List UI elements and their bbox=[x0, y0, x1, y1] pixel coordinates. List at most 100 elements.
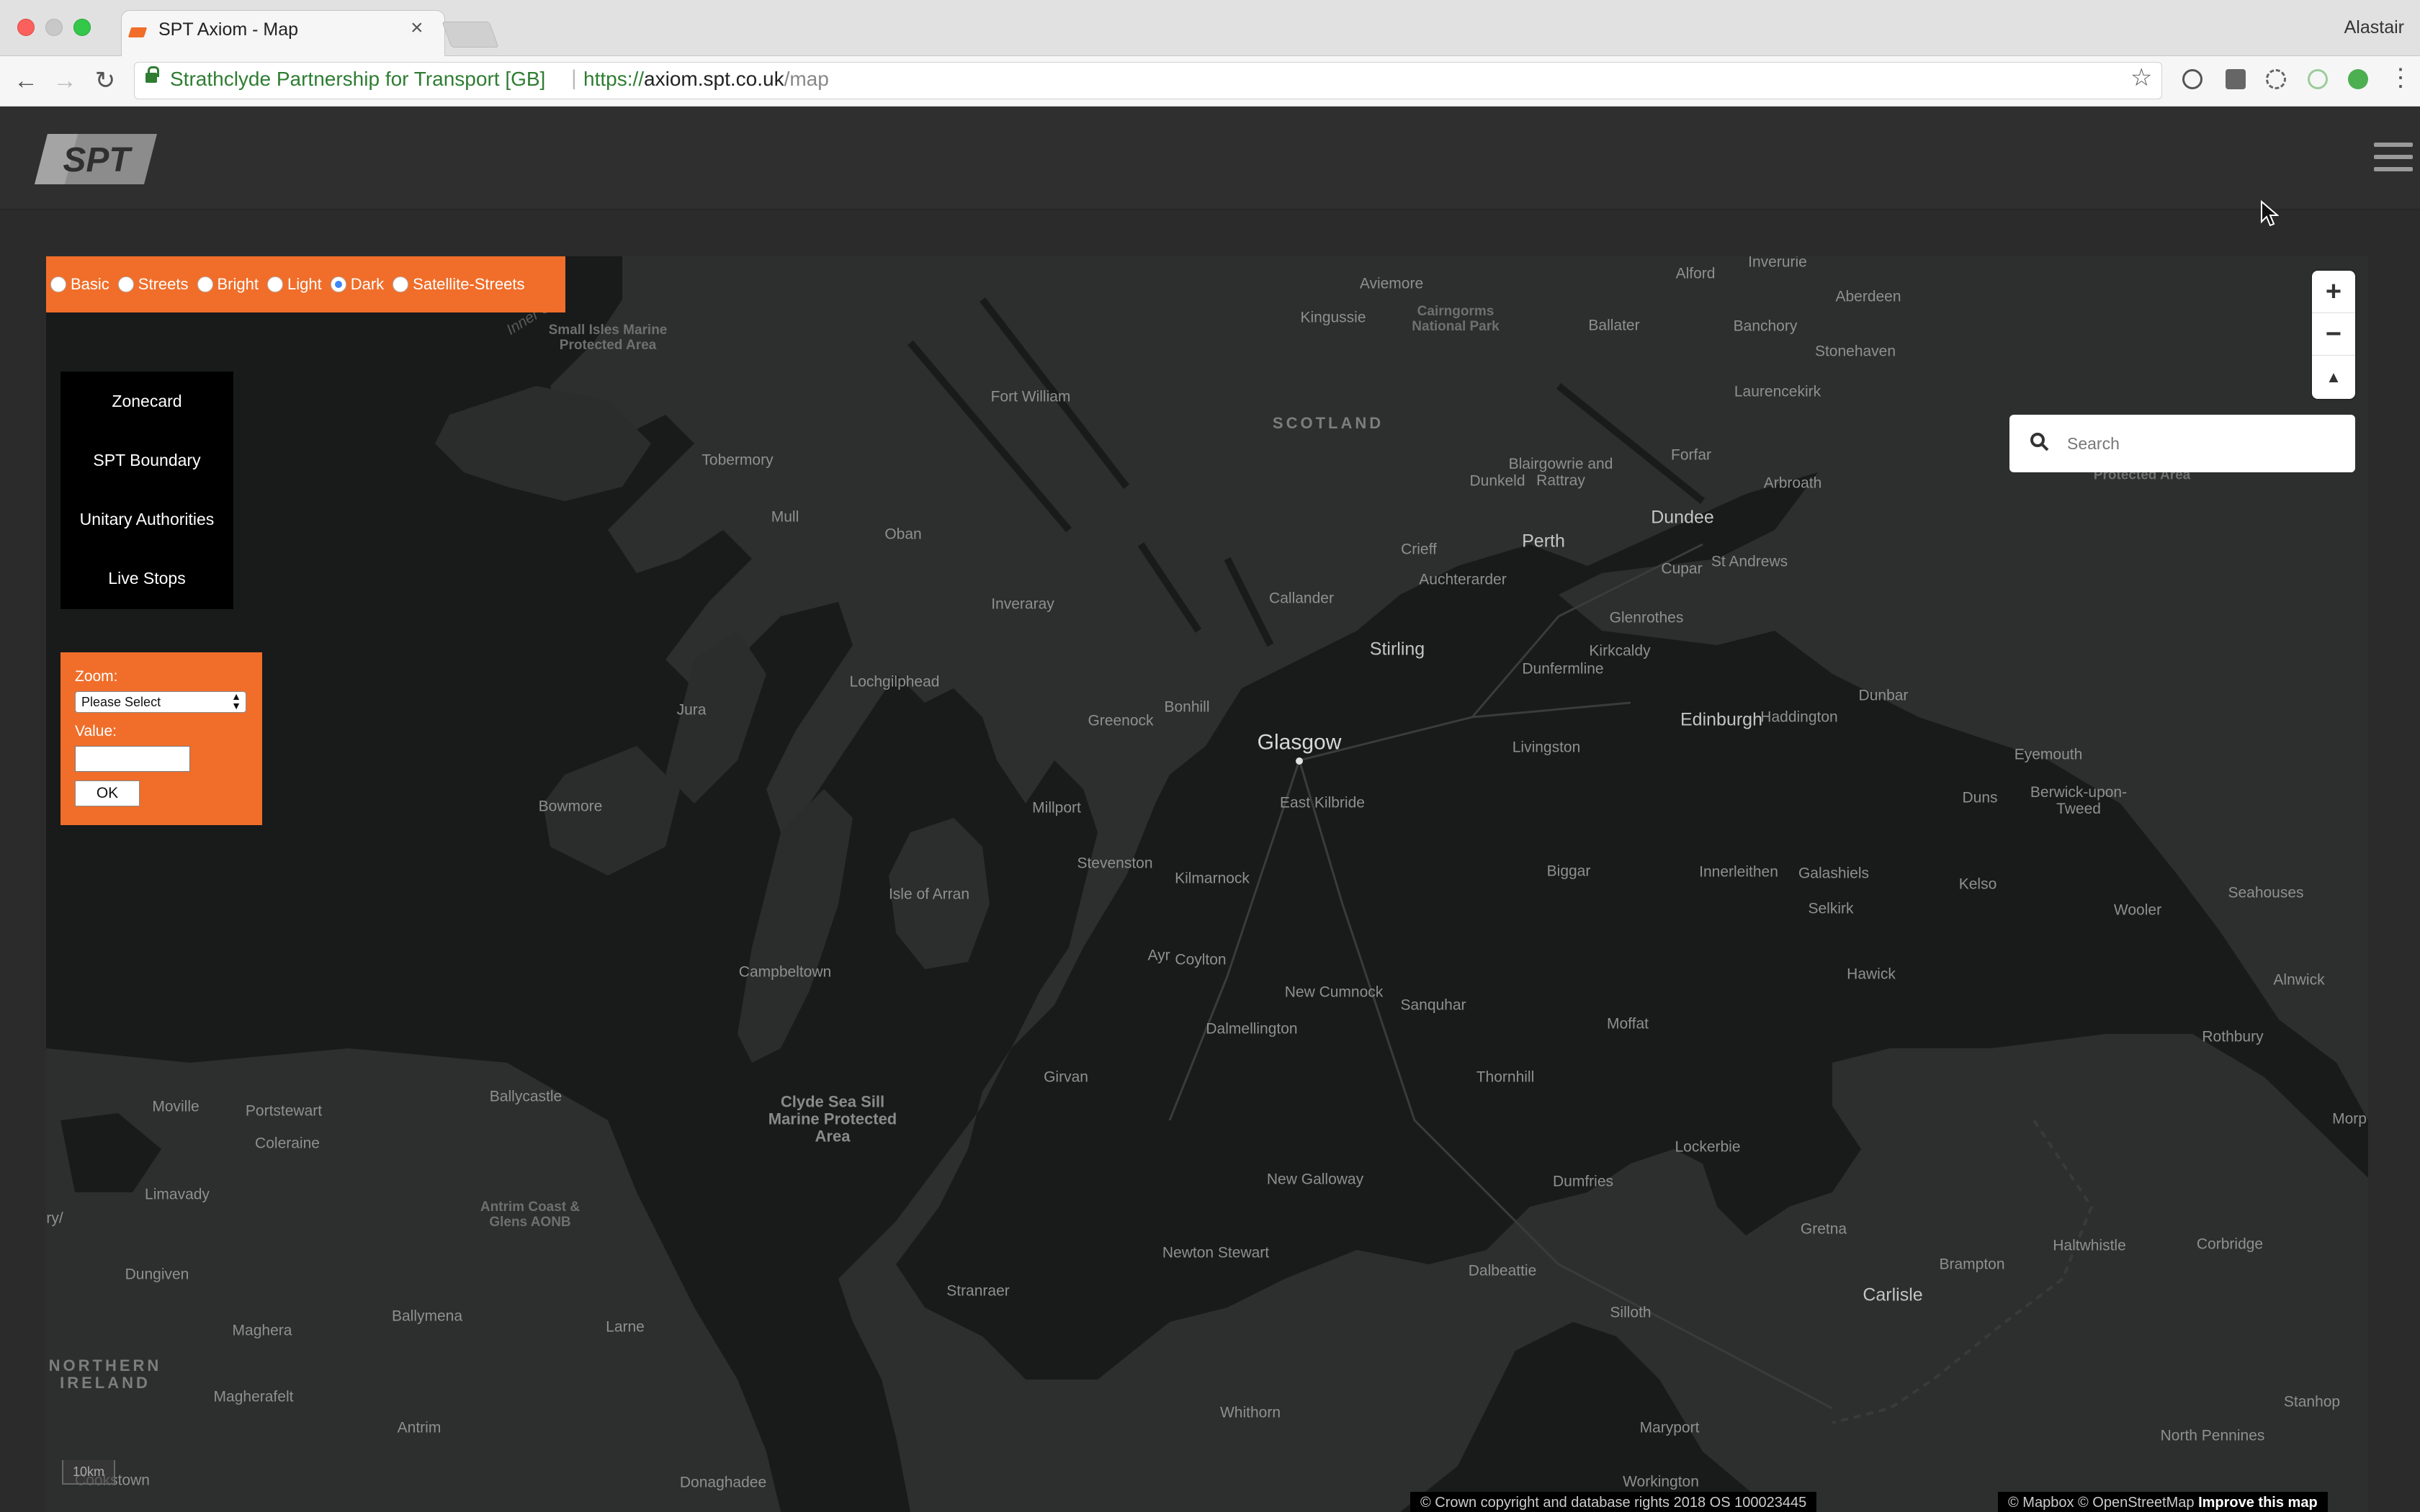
map-label: Crieff bbox=[1401, 541, 1437, 558]
reload-icon[interactable]: ↻ bbox=[89, 65, 121, 96]
style-radio[interactable] bbox=[266, 276, 283, 292]
zoom-select-value: Please Select bbox=[81, 695, 161, 709]
url-path: /map bbox=[784, 68, 829, 90]
map-label: Newton Stewart bbox=[1162, 1244, 1270, 1261]
ghostery-extension-icon[interactable] bbox=[2226, 69, 2246, 89]
style-option-light[interactable]: Light bbox=[266, 275, 322, 294]
map-label: Dalmellington bbox=[1206, 1020, 1298, 1038]
map-label: Coylton bbox=[1175, 951, 1227, 968]
map-label: Larne bbox=[606, 1318, 645, 1336]
map-label: Alnwick bbox=[2273, 971, 2325, 989]
loading-extension-icon[interactable] bbox=[2308, 69, 2328, 89]
map-label: Girvan bbox=[1044, 1068, 1088, 1086]
minimize-window-button[interactable] bbox=[45, 19, 63, 36]
map-label: Clyde Sea Sill Marine Protected Area bbox=[768, 1092, 897, 1146]
map-canvas[interactable]: Inverurie Aviemore Alford Aberdeen Kingussie… bbox=[46, 256, 2368, 1512]
style-radio[interactable] bbox=[197, 276, 213, 292]
map-label: Kingussie bbox=[1300, 309, 1366, 326]
scale-bar: 10km bbox=[62, 1460, 115, 1485]
style-option-dark[interactable]: Dark bbox=[330, 275, 384, 294]
map-label: Tobermory bbox=[702, 451, 774, 469]
map-label: Forfar bbox=[1670, 446, 1712, 464]
map-label: Bowmore bbox=[538, 798, 603, 815]
style-option-label: Basic bbox=[71, 275, 109, 293]
style-radio[interactable] bbox=[330, 276, 346, 292]
style-radio[interactable] bbox=[117, 276, 134, 292]
mouse-cursor-icon bbox=[2261, 200, 2279, 227]
map-label: Ayr bbox=[1147, 947, 1170, 964]
style-radio[interactable] bbox=[50, 276, 66, 292]
forward-arrow-icon[interactable]: → bbox=[49, 65, 81, 96]
spt-favicon-icon bbox=[127, 27, 148, 37]
style-option-bright[interactable]: Bright bbox=[197, 275, 259, 294]
compass-icon[interactable]: ▲ bbox=[2312, 356, 2355, 398]
map-label: New Cumnock bbox=[1284, 984, 1384, 1001]
close-tab-icon[interactable]: × bbox=[411, 17, 424, 39]
improve-map-link[interactable]: Improve this map bbox=[2198, 1495, 2318, 1511]
lock-icon bbox=[145, 66, 159, 83]
map-label: Jura bbox=[676, 701, 707, 719]
search-input[interactable] bbox=[2067, 431, 2341, 456]
map-label: Eyemouth bbox=[2014, 746, 2083, 763]
map-label: Dungiven bbox=[125, 1266, 189, 1283]
map-label: Dunkeld bbox=[1469, 472, 1525, 490]
style-option-basic[interactable]: Basic bbox=[50, 275, 109, 294]
map-label: Moville bbox=[152, 1098, 200, 1115]
layer-menu: Zonecard SPT Boundary Unitary Authorities L… bbox=[60, 372, 233, 609]
profile-name[interactable]: Alastair bbox=[2344, 17, 2404, 38]
recycle-extension-icon[interactable] bbox=[2266, 69, 2286, 89]
url-text[interactable]: https://axiom.spt.co.uk/map bbox=[583, 68, 829, 91]
ok-button[interactable]: OK bbox=[75, 780, 140, 806]
map-label: Limavady bbox=[145, 1186, 210, 1203]
map-label: Dalbeattie bbox=[1468, 1262, 1537, 1279]
map-label: Gretna bbox=[1800, 1220, 1847, 1238]
zoom-in-button[interactable]: + bbox=[2312, 271, 2355, 313]
map-label: Morp bbox=[2332, 1110, 2367, 1128]
map-navigation-control: + − ▲ bbox=[2312, 271, 2355, 399]
map-label: Inverurie bbox=[1748, 256, 1807, 271]
map-label: Haltwhistle bbox=[2053, 1237, 2126, 1254]
map-label: Arbroath bbox=[1763, 474, 1822, 492]
layer-item-spt-boundary[interactable]: SPT Boundary bbox=[60, 431, 233, 490]
map-label: Fort William bbox=[990, 388, 1071, 405]
close-window-button[interactable] bbox=[17, 19, 35, 36]
new-tab-button[interactable] bbox=[442, 22, 499, 48]
style-radio[interactable] bbox=[393, 276, 409, 292]
zoom-select[interactable]: Please Select ▲ ▼ bbox=[75, 691, 246, 713]
back-arrow-icon[interactable]: ← bbox=[10, 65, 42, 96]
map-label: Glenrothes bbox=[1609, 609, 1684, 626]
maximize-window-button[interactable] bbox=[73, 19, 91, 36]
browser-menu-icon[interactable]: ⋮ bbox=[2388, 63, 2413, 92]
map-label: Isle of Arran bbox=[888, 886, 970, 903]
url-scheme: https:// bbox=[583, 68, 645, 90]
bookmark-star-icon[interactable]: ☆ bbox=[2130, 63, 2152, 92]
style-option-streets[interactable]: Streets bbox=[117, 275, 189, 294]
map-label: Biggar bbox=[1546, 863, 1591, 880]
map-label: Stonehaven bbox=[1814, 343, 1896, 360]
mapbox-osm-credit[interactable]: © Mapbox © OpenStreetMap bbox=[2008, 1495, 2195, 1511]
map-label: Lochgilphead bbox=[849, 673, 940, 690]
map-label: Innerleithen bbox=[1699, 863, 1778, 881]
layer-item-unitary-authorities[interactable]: Unitary Authorities bbox=[60, 490, 233, 549]
style-option-satellite-streets[interactable]: Satellite-Streets bbox=[393, 275, 524, 294]
spt-logo[interactable]: SPT bbox=[35, 131, 157, 187]
search-icon bbox=[2030, 433, 2049, 451]
map-label: Antrim bbox=[397, 1419, 442, 1436]
site-identity[interactable]: Strathclyde Partnership for Transport [G… bbox=[170, 68, 545, 91]
layer-item-live-stops[interactable]: Live Stops bbox=[60, 549, 233, 608]
value-label: Value: bbox=[75, 723, 117, 739]
map-label: East Kilbride bbox=[1280, 794, 1365, 811]
hamburger-menu-icon[interactable] bbox=[2374, 143, 2413, 176]
map-label: Ballycastle bbox=[489, 1088, 563, 1105]
zoom-out-button[interactable]: − bbox=[2312, 313, 2355, 356]
value-input[interactable] bbox=[75, 746, 190, 772]
onepassword-extension-icon[interactable] bbox=[2182, 69, 2202, 89]
map-label: Berwick-upon-Tweed bbox=[2030, 783, 2128, 817]
geocoder-search bbox=[2009, 415, 2355, 472]
layer-item-zonecard[interactable]: Zonecard bbox=[60, 372, 233, 431]
power-extension-icon[interactable] bbox=[2348, 69, 2368, 89]
map-label: Whithorn bbox=[1219, 1404, 1281, 1421]
map-label: Galashiels bbox=[1798, 865, 1870, 882]
map-label: Callander bbox=[1269, 590, 1334, 607]
select-arrows-icon: ▲ ▼ bbox=[231, 690, 241, 711]
